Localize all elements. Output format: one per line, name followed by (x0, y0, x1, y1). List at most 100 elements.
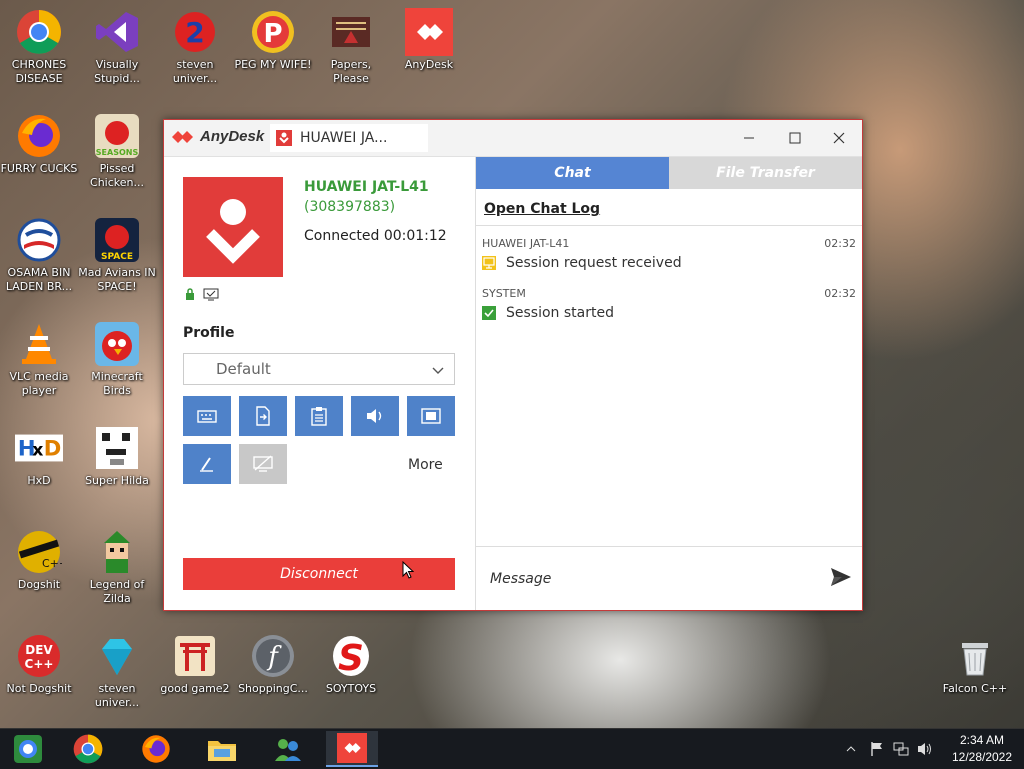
desktop-icon-anydesk[interactable]: AnyDesk (390, 8, 468, 72)
desktop-icon-steven-universe[interactable]: 2 steven univer... (156, 8, 234, 86)
checkmark-icon (482, 306, 496, 320)
display-button[interactable] (407, 396, 455, 436)
desktop-icon-vlc[interactable]: VLC media player (0, 320, 78, 398)
title-bar[interactable]: AnyDesk HUAWEI JA... (164, 120, 862, 157)
svg-text:C++: C++ (42, 557, 62, 570)
desktop-icon-hxd[interactable]: HxD HxD (0, 424, 78, 488)
message-sender: HUAWEI JAT-L41 (482, 237, 570, 250)
message-input[interactable]: Message (490, 571, 551, 587)
app-name: AnyDesk (200, 128, 265, 145)
desktop-icon-shopping[interactable]: f ShoppingC... (234, 632, 312, 696)
remote-device-avatar (183, 177, 283, 277)
keyboard-button[interactable] (183, 396, 231, 436)
chevron-down-icon (432, 367, 444, 374)
svg-text:SEASONS: SEASONS (96, 148, 139, 157)
disconnect-button[interactable]: Disconnect (183, 558, 455, 590)
obama-logo-icon (15, 216, 63, 264)
desktop-icon-label: Legend of Zilda (89, 578, 145, 605)
desktop-icon-pissed-chicken[interactable]: SEASONS Pissed Chicken... (78, 112, 156, 190)
device-id: (308397883) (304, 199, 396, 215)
actions-button[interactable] (239, 396, 287, 436)
desktop-icon-falcon-cpp[interactable]: Falcon C++ (936, 632, 1014, 696)
maximize-icon (789, 132, 801, 144)
desktop-icon-chrones-disease[interactable]: CHRONES DISEASE (0, 8, 78, 86)
anydesk-brand: AnyDesk (172, 128, 264, 145)
mouse-cursor-icon (402, 561, 414, 579)
desktop-icon-label: Minecraft Birds (91, 370, 143, 397)
desktop-icon-label: Pissed Chicken... (90, 162, 144, 189)
open-chat-log-link[interactable]: Open Chat Log (484, 201, 600, 217)
desktop-icon-peg-my-wife[interactable]: P PEG MY WIFE! (234, 8, 312, 72)
desktop-icon-good-game2[interactable]: good game2 (156, 632, 234, 696)
flag-icon[interactable] (870, 741, 884, 757)
super-hilda-icon (93, 424, 141, 472)
angry-bird-icon (93, 320, 141, 368)
clipboard-icon (311, 407, 327, 426)
tab-file-transfer[interactable]: File Transfer (669, 157, 862, 189)
clipboard-button[interactable] (295, 396, 343, 436)
anydesk-device-icon (206, 199, 260, 264)
angry-birds-seasons-icon: SEASONS (93, 112, 141, 160)
start-button[interactable] (2, 731, 54, 767)
taskbar-anydesk[interactable] (326, 731, 378, 767)
svg-text:SPACE: SPACE (101, 252, 133, 262)
more-button[interactable]: More (408, 457, 443, 473)
session-tab-icon (276, 130, 292, 146)
steven-universe-icon: 2 (171, 8, 219, 56)
maximize-button[interactable] (778, 126, 812, 150)
audio-button[interactable] (351, 396, 399, 436)
clock-time: 2:34 AM (959, 733, 1005, 747)
people-icon (275, 739, 301, 761)
taskbar-firefox[interactable] (130, 731, 182, 767)
desktop-icon-osama[interactable]: OSAMA BIN LADEN BR... (0, 216, 78, 294)
volume-icon[interactable] (917, 741, 933, 757)
desktop-icon-furry-cucks[interactable]: FURRY CUCKS (0, 112, 78, 176)
minimize-icon (744, 137, 754, 139)
system-clock[interactable]: 2:34 AM 12/28/2022 (940, 732, 1024, 766)
taskbar-file-explorer[interactable] (196, 731, 248, 767)
speaker-icon (367, 409, 382, 423)
desktop-icon-dogshit[interactable]: C++ Dogshit (0, 528, 78, 592)
taskbar-people[interactable] (262, 731, 314, 767)
desktop-icon-visual-studio[interactable]: Visually Stupid... (78, 8, 156, 86)
desktop-icon-steven-universe-2[interactable]: steven univer... (78, 632, 156, 710)
taskbar-chrome[interactable] (62, 731, 114, 767)
desktop-icon-papers-please[interactable]: Papers, Please (312, 8, 390, 86)
firefox-icon (15, 112, 63, 160)
close-button[interactable] (822, 126, 856, 150)
desktop-icon-label: ShoppingC... (238, 682, 308, 695)
session-tab[interactable]: HUAWEI JA... (270, 124, 428, 152)
draw-button[interactable] (183, 444, 231, 484)
profile-select[interactable]: Default (183, 353, 455, 385)
chat-panel: Chat File Transfer Open Chat Log HUAWEI … (476, 157, 862, 610)
minimize-button[interactable] (732, 126, 766, 150)
chrome-icon (73, 734, 103, 764)
desktop-icon-label: AnyDesk (404, 58, 454, 71)
message-time: 02:32 (824, 237, 856, 250)
torii-icon (171, 632, 219, 680)
desktop-icon-super-hilda[interactable]: Super Hilda (78, 424, 156, 488)
tab-chat[interactable]: Chat (476, 157, 669, 189)
desktop-icon-soytoys[interactable]: S SOYTOYS (312, 632, 390, 696)
lock-icon (186, 288, 194, 300)
anydesk-logo-icon (172, 130, 193, 143)
desktop-icon-legend-of-zilda[interactable]: Legend of Zilda (78, 528, 156, 606)
send-icon[interactable] (830, 567, 852, 587)
desktop-icon-minecraft-birds[interactable]: Minecraft Birds (78, 320, 156, 398)
devcpp-icon: DEV C++ (15, 632, 63, 680)
keyboard-icon (197, 410, 217, 423)
svg-text:D: D (44, 436, 62, 461)
s-logo-icon: S (327, 632, 375, 680)
desktop-icon-label: HxD (27, 474, 51, 487)
message-text: Session started (506, 305, 614, 321)
svg-text:C++: C++ (25, 657, 54, 671)
status-icons (185, 288, 219, 301)
desktop-icon-label: Papers, Please (330, 58, 372, 85)
show-hidden-icons-icon[interactable] (846, 744, 856, 754)
hxd-icon: HxD (15, 424, 63, 472)
desktop-icon-not-dogshit[interactable]: DEV C++ Not Dogshit (0, 632, 78, 696)
taskbar: 2:34 AM 12/28/2022 (0, 728, 1024, 769)
profile-select-value: Default (216, 360, 271, 378)
network-icon[interactable] (893, 741, 909, 757)
desktop-icon-mad-avians[interactable]: SPACE Mad Avians IN SPACE! (78, 216, 156, 294)
